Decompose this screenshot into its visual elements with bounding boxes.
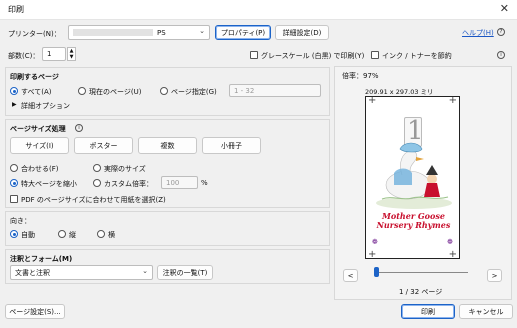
- crop-mark-icon: +: [448, 249, 457, 260]
- copies-label: 部数(C)：: [8, 52, 40, 60]
- copies-stepper[interactable]: ▲ ▼: [67, 47, 76, 61]
- more-options-link[interactable]: 詳細オプション: [21, 101, 70, 111]
- fit-radio[interactable]: [10, 164, 18, 172]
- shrink-oversized-label: 特大ページを縮小: [21, 180, 77, 188]
- comments-forms-heading: 注釈とフォーム(M): [10, 255, 73, 263]
- page-indicator: 1 / 32 ページ: [399, 288, 443, 296]
- goose-illustration: [376, 142, 452, 209]
- ornament-icon: ❁: [447, 238, 453, 246]
- help-link[interactable]: ヘルプ(H): [462, 28, 494, 38]
- choose-paper-label: PDF のページサイズに合わせて用紙を選択(Z): [21, 196, 166, 204]
- page-sizing-heading: ページサイズ処理: [10, 125, 66, 133]
- orientation-heading: 向き：: [10, 217, 31, 225]
- grayscale-label: グレースケール (白黒) で印刷(Y): [261, 52, 365, 60]
- custom-scale-input[interactable]: 100: [161, 176, 198, 189]
- ink-save-label: インク / トナーを節約: [382, 52, 452, 60]
- printer-select-value: PS: [157, 28, 166, 37]
- copies-value: 1: [47, 50, 52, 58]
- chevron-down-icon: ⌄: [142, 267, 148, 275]
- title-bar: 印刷 ✕: [0, 0, 517, 20]
- custom-scale-label: カスタム倍率：: [104, 180, 153, 188]
- page-range-input[interactable]: 1 - 32: [229, 84, 321, 97]
- page-setup-button[interactable]: ページ設定(S)...: [5, 304, 65, 319]
- custom-scale-radio[interactable]: [93, 179, 101, 187]
- pages-to-print-heading: 印刷するページ: [10, 73, 59, 81]
- summarize-comments-button[interactable]: 注釈の一覧(T): [157, 265, 213, 280]
- orientation-auto-label: 自動: [21, 231, 35, 239]
- orientation-portrait-radio[interactable]: [58, 230, 66, 238]
- page-range-placeholder: 1 - 32: [234, 86, 255, 95]
- choose-paper-checkbox[interactable]: [10, 195, 18, 203]
- page-preview: + + + + 1 Mother Goose Nursery Rhymes ❁ …: [365, 95, 460, 260]
- tab-size[interactable]: サイズ(I): [10, 137, 69, 154]
- actual-size-label: 実際のサイズ: [104, 165, 146, 173]
- cancel-button[interactable]: キャンセル: [459, 304, 513, 319]
- orientation-landscape-radio[interactable]: [97, 230, 105, 238]
- fit-label: 合わせる(F): [21, 165, 59, 173]
- printer-label: プリンター(N)：: [8, 30, 61, 38]
- crop-mark-icon: +: [448, 95, 457, 106]
- page-slider-thumb[interactable]: [374, 267, 379, 277]
- copies-input[interactable]: 1: [42, 47, 66, 61]
- tab-booklet[interactable]: 小冊子: [202, 137, 261, 154]
- all-pages-label: すべて(A): [21, 88, 52, 96]
- print-button[interactable]: 印刷: [401, 304, 455, 319]
- actual-size-radio[interactable]: [93, 164, 101, 172]
- expand-caret-icon[interactable]: ▶: [12, 101, 17, 108]
- printer-select[interactable]: PS ⌄: [68, 25, 210, 40]
- orientation-landscape-label: 横: [108, 231, 115, 239]
- info-icon[interactable]: i: [497, 51, 505, 59]
- percent-label: %: [201, 179, 208, 187]
- zoom-label: 倍率：97%: [342, 72, 379, 80]
- page-slider-track[interactable]: [376, 272, 468, 273]
- orientation-auto-radio[interactable]: [10, 230, 18, 238]
- orientation-portrait-label: 縦: [69, 231, 76, 239]
- book-title-line2: Nursery Rhymes: [376, 220, 451, 230]
- page-range-label: ページ指定(G): [171, 88, 217, 96]
- properties-button[interactable]: プロパティ(P): [215, 25, 271, 40]
- printer-name-redacted: [73, 29, 153, 36]
- tab-multiple[interactable]: 複数: [138, 137, 197, 154]
- stepper-down-icon[interactable]: ▼: [68, 54, 75, 60]
- orientation-group: [5, 211, 330, 246]
- advanced-button[interactable]: 詳細設定(D): [275, 25, 329, 40]
- prev-page-button[interactable]: <: [343, 269, 358, 282]
- help-icon[interactable]: ?: [497, 28, 505, 36]
- shrink-oversized-radio[interactable]: [10, 179, 18, 187]
- comments-forms-select[interactable]: 文書と注釈 ⌄: [10, 265, 153, 280]
- ink-save-checkbox[interactable]: [371, 51, 379, 59]
- info-icon[interactable]: i: [75, 124, 83, 132]
- comments-forms-value: 文書と注釈: [15, 268, 50, 277]
- window-title: 印刷: [8, 5, 24, 14]
- close-icon[interactable]: ✕: [500, 2, 509, 15]
- tab-poster[interactable]: ポスター: [74, 137, 133, 154]
- next-page-button[interactable]: >: [487, 269, 502, 282]
- crop-mark-icon: +: [368, 95, 377, 106]
- ornament-icon: ❁: [372, 238, 378, 246]
- page-range-radio[interactable]: [160, 87, 168, 95]
- chevron-down-icon: ⌄: [199, 27, 205, 35]
- crop-mark-icon: +: [368, 249, 377, 260]
- all-pages-radio[interactable]: [10, 87, 18, 95]
- current-page-radio[interactable]: [78, 87, 86, 95]
- grayscale-checkbox[interactable]: [250, 51, 258, 59]
- custom-scale-value: 100: [166, 178, 180, 187]
- current-page-label: 現在のページ(U): [89, 88, 142, 96]
